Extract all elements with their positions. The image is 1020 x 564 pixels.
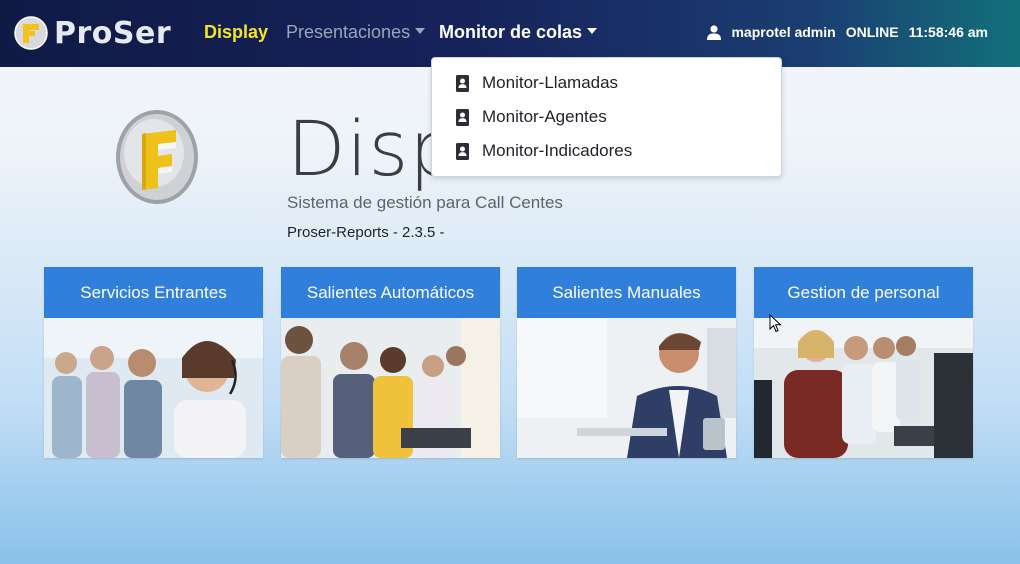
menu-item-label: Monitor-Indicadores: [482, 141, 633, 160]
card-title: Gestion de personal: [754, 267, 973, 318]
monitor-dropdown-menu: Monitor-Llamadas Monitor-Agentes Monitor…: [431, 57, 782, 177]
user-name[interactable]: maprotel admin: [731, 24, 835, 40]
card-title: Servicios Entrantes: [44, 267, 263, 318]
card-salientes-manuales[interactable]: Salientes Manuales: [517, 267, 736, 458]
card-salientes-automaticos[interactable]: Salientes Automáticos: [281, 267, 500, 458]
mouse-cursor-icon: [769, 314, 782, 333]
card-title: Salientes Automáticos: [281, 267, 500, 318]
menu-item-monitor-indicadores[interactable]: Monitor-Indicadores: [432, 134, 781, 168]
nav-monitor-colas-dropdown[interactable]: Monitor de colas: [439, 22, 598, 43]
menu-item-label: Monitor-Agentes: [482, 107, 607, 126]
card-title: Salientes Manuales: [517, 267, 736, 318]
card-gestion-de-personal[interactable]: Gestion de personal: [754, 267, 973, 458]
card-servicios-entrantes[interactable]: Servicios Entrantes: [44, 267, 263, 458]
clock-time: 11:58:46 am: [908, 24, 988, 40]
nav-display-link[interactable]: Display: [204, 22, 268, 43]
status-badge: ONLINE: [845, 24, 899, 40]
nav-presentaciones-label: Presentaciones: [286, 22, 411, 42]
chevron-down-icon: [587, 28, 598, 35]
call-center-agent-photo: [517, 318, 736, 458]
user-icon: [707, 24, 722, 40]
contact-card-icon: [456, 74, 469, 92]
page-subtitle: Sistema de gestión para Call Centes: [287, 193, 563, 212]
brand-name: ProSer: [54, 15, 172, 51]
proser-logo-large-icon: [116, 110, 198, 204]
menu-item-monitor-agentes[interactable]: Monitor-Agentes: [432, 100, 781, 134]
menu-item-label: Monitor-Llamadas: [482, 73, 619, 92]
call-center-agents-photo: [281, 318, 500, 458]
call-center-agents-photo: [44, 318, 263, 458]
nav-presentaciones-dropdown[interactable]: Presentaciones: [286, 22, 426, 43]
brand-link[interactable]: ProSer: [14, 12, 171, 54]
user-status-area: maprotel admin ONLINE 11:58:46 am: [707, 24, 988, 40]
version-label: Proser-Reports - 2.3.5 -: [287, 224, 445, 241]
nav-monitor-label: Monitor de colas: [439, 22, 583, 42]
contact-card-icon: [456, 108, 469, 126]
chevron-down-icon: [415, 28, 426, 35]
menu-item-monitor-llamadas[interactable]: Monitor-Llamadas: [432, 66, 781, 100]
proser-logo-icon: [14, 16, 48, 50]
contact-card-icon: [456, 142, 469, 160]
call-center-team-photo: [754, 318, 973, 458]
